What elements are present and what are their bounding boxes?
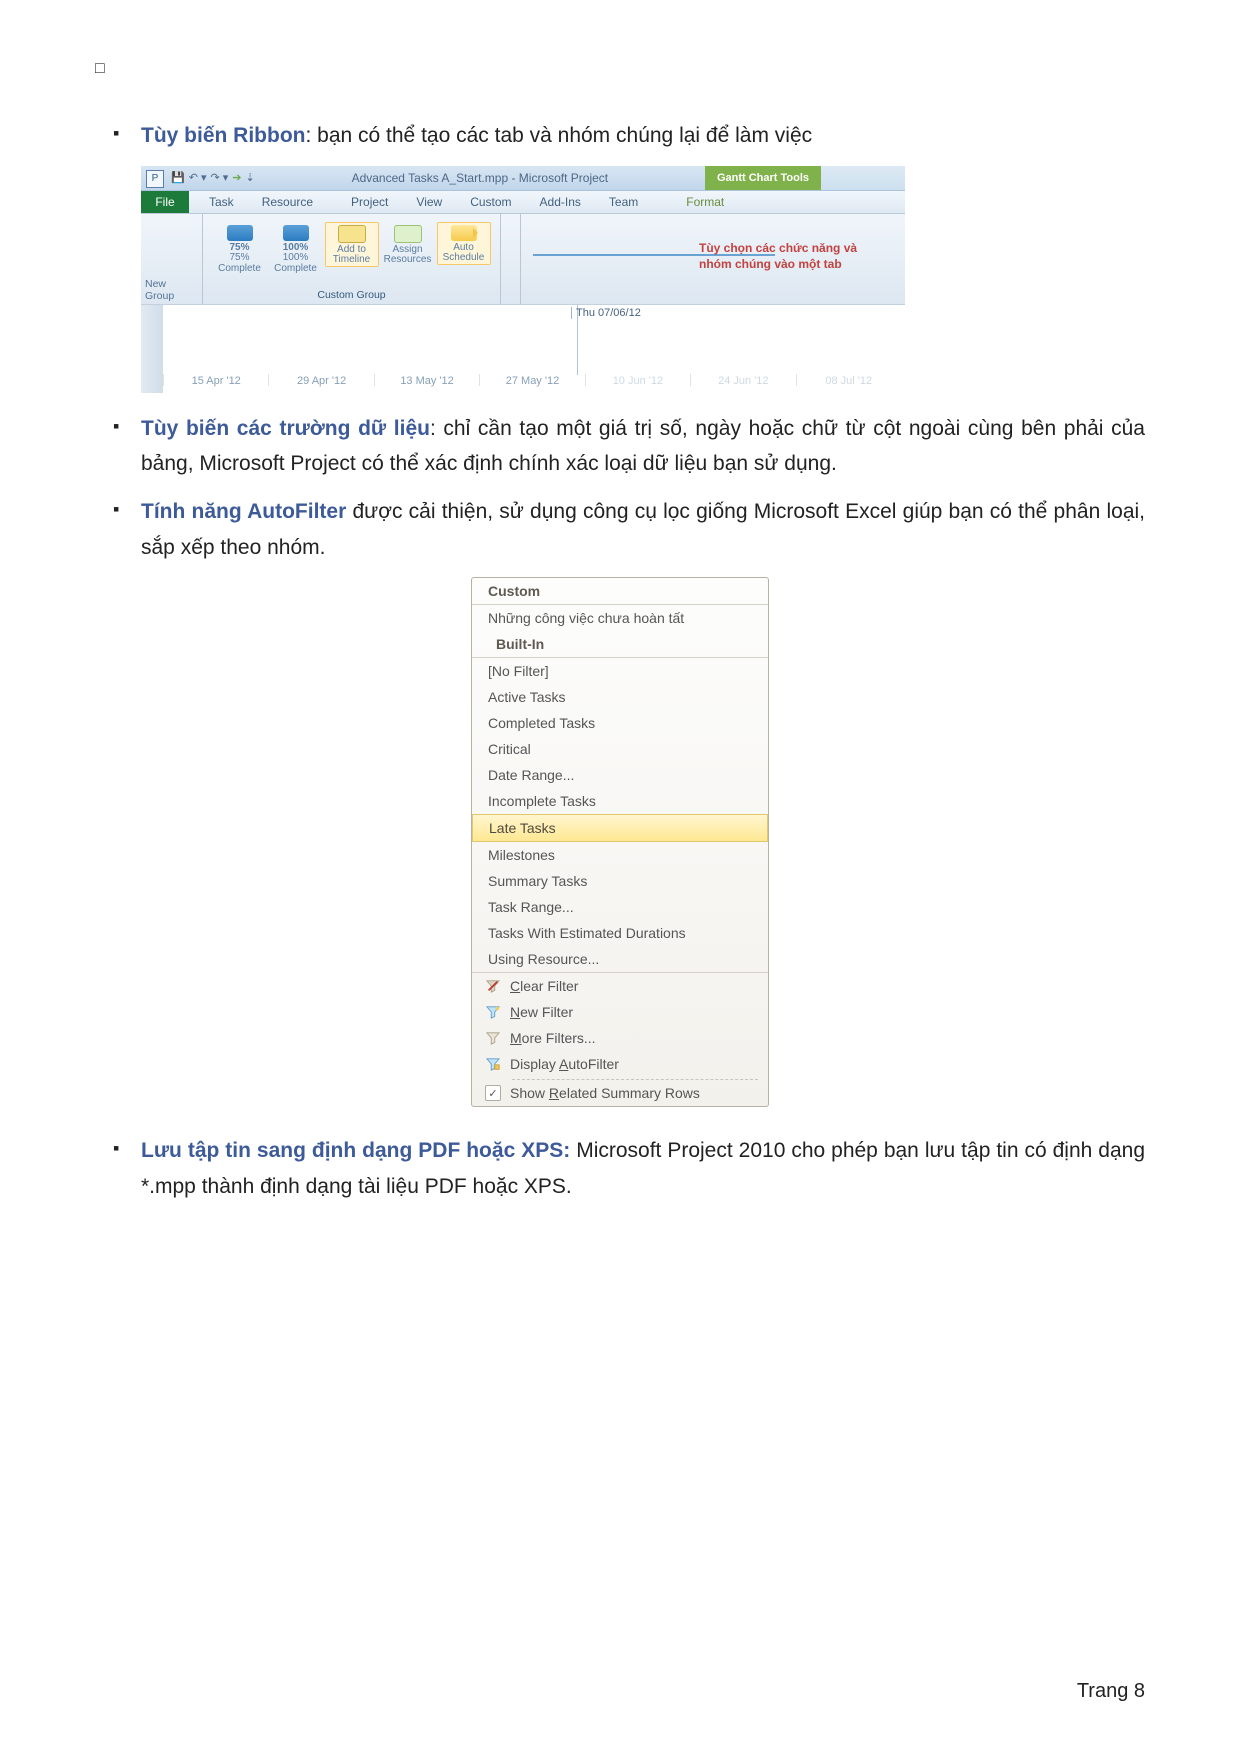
button-assign-resources[interactable]: Assign Resources (381, 222, 435, 267)
filter-item-critical[interactable]: Critical (472, 736, 768, 762)
tab-custom[interactable]: Custom (456, 191, 525, 213)
filter-item-completed-tasks[interactable]: Completed Tasks (472, 710, 768, 736)
undo-icon[interactable]: ↶ ▾ (189, 171, 207, 184)
filter-header-builtin: Built-In (472, 631, 768, 657)
filter-new[interactable]: New Filter (472, 999, 768, 1025)
filter-item-using-resource[interactable]: Using Resource... (472, 946, 768, 972)
tab-resource[interactable]: Resource (248, 191, 327, 213)
tab-view[interactable]: View (402, 191, 456, 213)
bullet-dot-icon: ▪ (113, 1133, 141, 1164)
qat-more-icon[interactable]: ⇣ (246, 171, 255, 184)
filter-item-summary-tasks[interactable]: Summary Tasks (472, 868, 768, 894)
ribbon-tabs: File Task Resource Project View Custom A… (141, 191, 905, 214)
filter-item-active-tasks[interactable]: Active Tasks (472, 684, 768, 710)
filter-item-no-filter[interactable]: [No Filter] (472, 658, 768, 684)
custom-group-label: Custom Group (317, 289, 385, 302)
tab-team[interactable]: Team (595, 191, 652, 213)
quick-access-toolbar[interactable]: 💾 ↶ ▾ ↷ ▾ ➔ ⇣ (168, 166, 255, 190)
filter-item-estimated-durations[interactable]: Tasks With Estimated Durations (472, 920, 768, 946)
window-title: Advanced Tasks A_Start.mpp - Microsoft P… (255, 166, 705, 190)
contextual-tab-gantt: Gantt Chart Tools (705, 166, 821, 190)
tab-project[interactable]: Project (337, 191, 402, 213)
thu-date: Thu 07/06/12 (571, 307, 641, 319)
bullet-ribbon: ▪ Tùy biến Ribbon: bạn có thể tạo các ta… (113, 118, 1145, 154)
filter-item-task-range[interactable]: Task Range... (472, 894, 768, 920)
ribbon-group-custom: 75%75% Complete 100%100% Complete Add to… (203, 214, 501, 304)
button-100-complete[interactable]: 100%100% Complete (269, 222, 323, 276)
new-group-label: New Group (145, 278, 198, 302)
clear-filter-icon (486, 979, 500, 993)
callout-text: Tùy chọn các chức năng và nhóm chúng vào… (699, 240, 899, 272)
filter-clear[interactable]: Clear Filter (472, 973, 768, 999)
tab-addins[interactable]: Add-Ins (526, 191, 595, 213)
bullet-1-text: : bạn có thể tạo các tab và nhóm chúng l… (305, 124, 812, 147)
redo-icon[interactable]: ↷ ▾ (211, 171, 229, 184)
timeline-area: Thu 07/06/12 15 Apr '12 29 Apr '12 13 Ma… (141, 304, 905, 393)
bullet-3-title: Tính năng AutoFilter (141, 500, 346, 523)
page-number: Trang 8 (1077, 1680, 1145, 1703)
bullet-1-title: Tùy biến Ribbon (141, 124, 305, 147)
tab-file[interactable]: File (141, 191, 189, 213)
filter-header-custom: Custom (472, 578, 768, 604)
filter-item-incomplete-tasks[interactable]: Incomplete Tasks (472, 788, 768, 814)
button-auto-schedule[interactable]: Auto Schedule (437, 222, 491, 265)
bullet-dot-icon: ▪ (113, 411, 141, 442)
bullet-autofilter: ▪ Tính năng AutoFilter được cải thiện, s… (113, 494, 1145, 565)
top-marker: □ (95, 60, 1145, 78)
bullet-dot-icon: ▪ (113, 118, 141, 149)
tab-format[interactable]: Format (662, 191, 748, 213)
filter-item-date-range[interactable]: Date Range... (472, 762, 768, 788)
filter-show-related[interactable]: ✓ Show Related Summary Rows (472, 1080, 768, 1106)
new-filter-icon (486, 1005, 500, 1019)
tab-task[interactable]: Task (195, 191, 248, 213)
bullet-dot-icon: ▪ (113, 494, 141, 525)
app-icon[interactable]: P (146, 170, 164, 188)
button-add-to-timeline[interactable]: Add to Timeline (325, 222, 379, 267)
filter-more[interactable]: More Filters... (472, 1025, 768, 1051)
more-filters-icon (486, 1031, 500, 1045)
bullet-2-title: Tùy biến các trường dữ liệu (141, 417, 430, 440)
autofilter-icon (486, 1057, 500, 1071)
bullet-4-title: Lưu tập tin sang định dạng PDF hoặc XPS: (141, 1139, 570, 1162)
timeline-ticks: 15 Apr '12 29 Apr '12 13 May '12 27 May … (163, 374, 901, 390)
filter-item-milestones[interactable]: Milestones (472, 842, 768, 868)
button-75-complete[interactable]: 75%75% Complete (213, 222, 267, 276)
ribbon-empty-area: Tùy chọn các chức năng và nhóm chúng vào… (521, 214, 905, 304)
filter-custom-desc[interactable]: Những công việc chưa hoàn tất (472, 605, 768, 631)
ribbon-body: New Group 75%75% Complete 100%100% Compl… (141, 214, 905, 304)
filter-display-autofilter[interactable]: Display AutoFilter (472, 1051, 768, 1077)
ribbon-group-new: New Group (141, 214, 203, 304)
save-icon[interactable]: 💾 (171, 171, 185, 184)
filter-item-late-tasks[interactable]: Late Tasks (472, 814, 768, 842)
arrow-icon[interactable]: ➔ (232, 171, 241, 184)
autofilter-menu: Custom Những công việc chưa hoàn tất Bui… (471, 577, 769, 1107)
ribbon-group-blank (501, 214, 521, 304)
check-icon: ✓ (485, 1085, 501, 1101)
bullet-data-fields: ▪ Tùy biến các trường dữ liệu: chỉ cần t… (113, 411, 1145, 482)
titlebar-end (821, 166, 905, 190)
bullet-pdf-xps: ▪ Lưu tập tin sang định dạng PDF hoặc XP… (113, 1133, 1145, 1204)
ribbon-screenshot: P 💾 ↶ ▾ ↷ ▾ ➔ ⇣ Advanced Tasks A_Start.m… (141, 166, 905, 393)
title-bar: P 💾 ↶ ▾ ↷ ▾ ➔ ⇣ Advanced Tasks A_Start.m… (141, 166, 905, 191)
